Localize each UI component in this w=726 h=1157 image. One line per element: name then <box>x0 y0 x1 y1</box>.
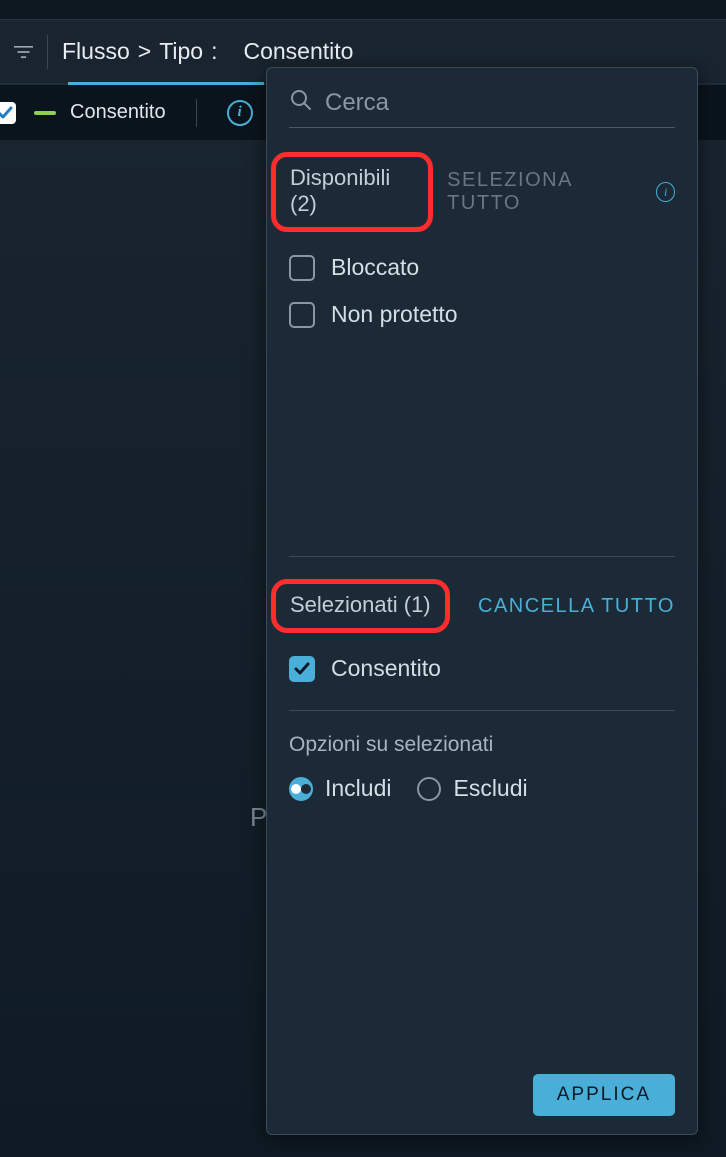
breadcrumb-value[interactable]: Consentito <box>243 38 353 65</box>
breadcrumb-sep: > <box>138 38 151 65</box>
search-icon <box>289 88 313 117</box>
clear-all-link[interactable]: CANCELLA TUTTO <box>478 595 675 618</box>
filter-icon[interactable] <box>14 35 48 69</box>
breadcrumb-path1[interactable]: Flusso <box>62 38 130 65</box>
status-label: Consentito <box>70 101 166 124</box>
status-checkbox[interactable] <box>0 102 16 124</box>
selected-count-highlight: Selezionati (1) <box>271 579 450 633</box>
divider <box>196 99 197 127</box>
selected-count-label: Selezionati (1) <box>290 592 431 617</box>
radio-button[interactable] <box>417 777 441 801</box>
radio-exclude[interactable]: Escludi <box>417 775 527 802</box>
option-label: Non protetto <box>331 301 458 328</box>
select-all-link[interactable]: SELEZIONA TUTTO <box>447 169 638 215</box>
checkbox[interactable] <box>289 255 315 281</box>
radio-label: Includi <box>325 775 391 802</box>
search-row <box>289 88 675 128</box>
breadcrumb-path2[interactable]: Tipo <box>159 38 203 65</box>
section-divider <box>289 556 675 557</box>
available-options: Bloccato Non protetto <box>289 254 675 328</box>
radio-include[interactable]: Includi <box>289 775 391 802</box>
options-on-selected: Opzioni su selezionati Includi Escludi <box>289 733 675 802</box>
option-label: Bloccato <box>331 254 419 281</box>
breadcrumb: Flusso > Tipo : Consentito <box>62 38 353 65</box>
available-count-label: Disponibili (2) <box>290 165 390 216</box>
available-count-highlight: Disponibili (2) <box>271 152 433 232</box>
top-bar <box>0 0 726 20</box>
selected-section: Selezionati (1) CANCELLA TUTTO Consentit… <box>289 579 675 802</box>
options-on-selected-title: Opzioni su selezionati <box>289 733 675 757</box>
option-bloccato[interactable]: Bloccato <box>289 254 675 281</box>
checkbox-checked[interactable] <box>289 656 315 682</box>
info-icon[interactable]: i <box>227 100 253 126</box>
option-consentito[interactable]: Consentito <box>289 655 675 682</box>
radio-button-selected[interactable] <box>289 777 313 801</box>
apply-button[interactable]: APPLICA <box>533 1074 675 1116</box>
checkbox[interactable] <box>289 302 315 328</box>
info-icon[interactable]: i <box>656 182 675 202</box>
status-color-indicator <box>34 111 56 115</box>
background-letter: P <box>250 802 267 833</box>
search-input[interactable] <box>325 89 675 117</box>
option-label: Consentito <box>331 655 441 682</box>
dropdown-footer: APPLICA <box>289 1074 675 1116</box>
radio-label: Escludi <box>453 775 527 802</box>
filter-dropdown: Disponibili (2) SELEZIONA TUTTO i Blocca… <box>266 67 698 1135</box>
breadcrumb-colon: : <box>211 38 217 65</box>
available-section: Disponibili (2) SELEZIONA TUTTO i Blocca… <box>289 152 675 328</box>
option-non-protetto[interactable]: Non protetto <box>289 301 675 328</box>
section-divider <box>289 710 675 711</box>
breadcrumb-active-underline <box>68 82 264 85</box>
selected-options: Consentito <box>289 655 675 682</box>
